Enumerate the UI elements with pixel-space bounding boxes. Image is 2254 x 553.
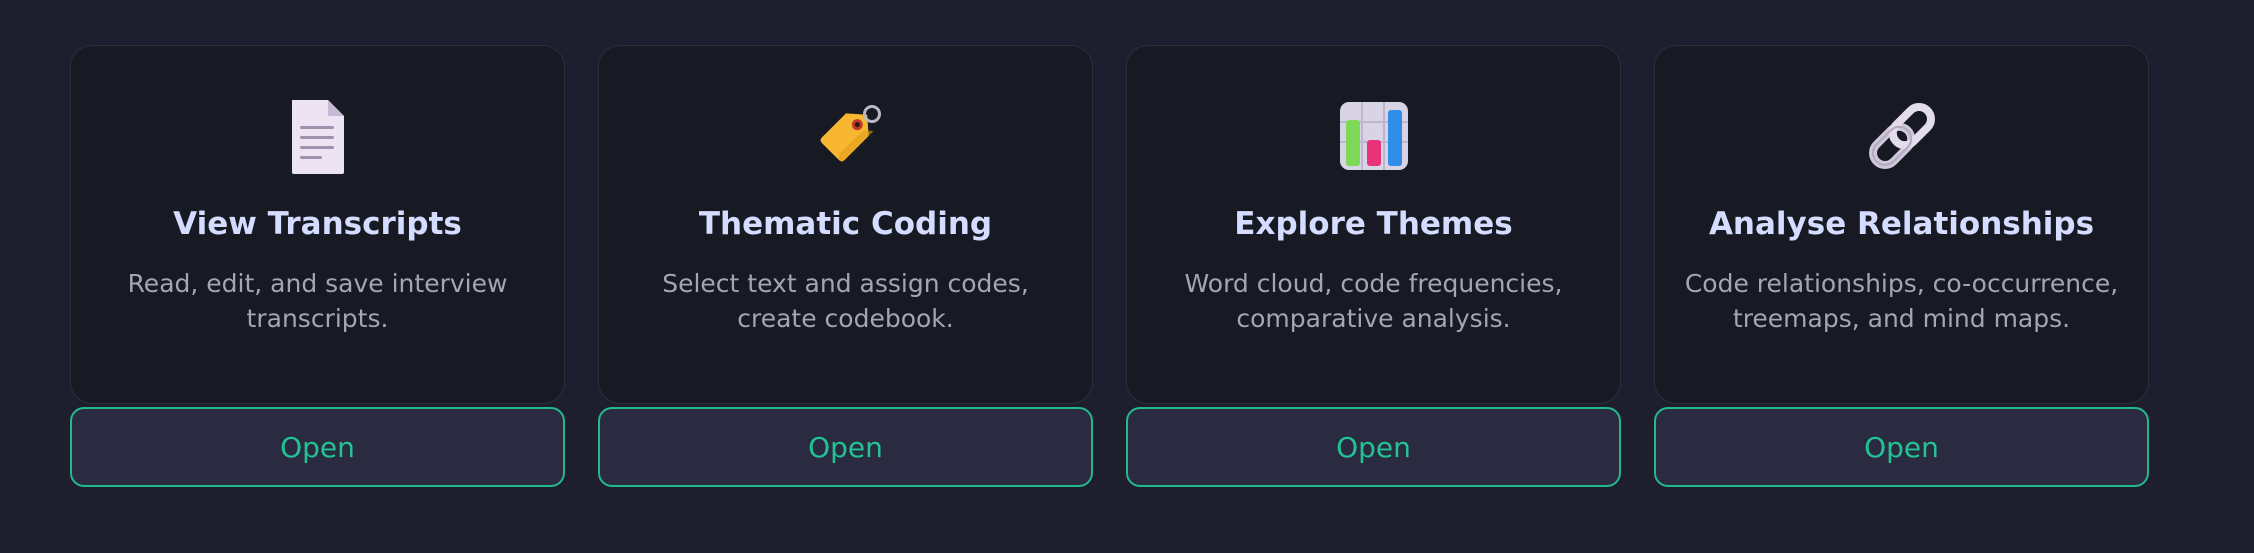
card-body: View Transcripts Read, edit, and save in… (70, 45, 565, 404)
document-icon (278, 96, 358, 176)
tool-card-explore-themes: Explore Themes Word cloud, code frequenc… (1126, 45, 1621, 487)
card-title: Thematic Coding (698, 206, 993, 242)
card-body: Analyse Relationships Code relationships… (1654, 45, 2149, 404)
tool-card-thematic-coding: Thematic Coding Select text and assign c… (598, 45, 1093, 487)
open-thematic-coding-button[interactable]: Open (598, 407, 1093, 487)
tool-card-analyse-relationships: Analyse Relationships Code relationships… (1654, 45, 2149, 487)
tag-icon (806, 96, 886, 176)
card-title: Analyse Relationships (1708, 206, 2095, 242)
card-description: Code relationships, co-occurrence, treem… (1684, 269, 2119, 333)
link-icon (1862, 96, 1942, 176)
card-body: Thematic Coding Select text and assign c… (598, 45, 1093, 404)
card-title: View Transcripts (173, 206, 462, 242)
open-analyse-relationships-button[interactable]: Open (1654, 407, 2149, 487)
card-description: Select text and assign codes, create cod… (662, 269, 1029, 333)
open-explore-themes-button[interactable]: Open (1126, 407, 1621, 487)
tools-dashboard: View Transcripts Read, edit, and save in… (0, 0, 2254, 553)
open-view-transcripts-button[interactable]: Open (70, 407, 565, 487)
card-title: Explore Themes (1234, 206, 1513, 242)
bar-chart-icon (1334, 96, 1414, 176)
tool-card-view-transcripts: View Transcripts Read, edit, and save in… (70, 45, 565, 487)
card-body: Explore Themes Word cloud, code frequenc… (1126, 45, 1621, 404)
card-description: Word cloud, code frequencies, comparativ… (1184, 269, 1563, 333)
card-description: Read, edit, and save interview transcrip… (127, 269, 508, 333)
